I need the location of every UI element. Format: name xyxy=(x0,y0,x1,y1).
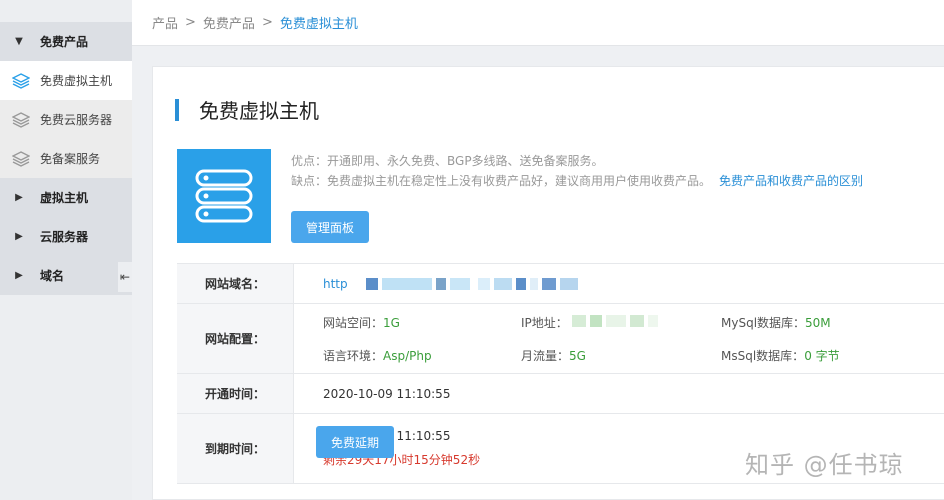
table-row: 网站域名： http xyxy=(177,264,944,304)
sidebar-group-cloud-server[interactable]: ▶ 云服务器 xyxy=(0,217,132,256)
sidebar-item-label: 免费产品 xyxy=(40,35,89,49)
domain-link[interactable]: http xyxy=(323,277,348,291)
mysql-value: 50M xyxy=(805,315,831,330)
table-row: 开通时间： 2020-10-09 11:10:55 xyxy=(177,374,944,414)
domain-value: http xyxy=(294,264,944,303)
caret-right-icon: ▶ xyxy=(15,231,23,242)
redacted-block xyxy=(477,277,490,290)
watermark: 知乎 @任书琼 xyxy=(745,451,904,479)
config-value: 网站空间：1G IP地址： MySql数据库：50M 语言环境：Asp/Php … xyxy=(294,304,944,373)
expire-time: 2020-11-08 11:10:55 xyxy=(323,429,451,443)
server-icon xyxy=(177,149,271,243)
sidebar-group-domain[interactable]: ▶ 域名 xyxy=(0,256,132,295)
sidebar-item-label: 免备案服务 xyxy=(40,152,101,166)
layers-icon xyxy=(12,150,32,167)
lang-label: 语言环境： xyxy=(323,348,384,363)
redacted-block xyxy=(571,314,586,327)
breadcrumb-separator: > xyxy=(261,15,273,30)
config-label: 网站配置： xyxy=(177,304,294,373)
config-grid: 网站空间：1G IP地址： MySql数据库：50M 语言环境：Asp/Php … xyxy=(323,314,944,364)
product-description: 优点：开通即用、永久免费、BGP多线路、送免备案服务。 缺点：免费虚拟主机在稳定… xyxy=(291,151,863,191)
layers-icon xyxy=(12,72,32,89)
redacted-block xyxy=(559,277,578,290)
caret-right-icon: ▶ xyxy=(15,192,23,203)
cons-line: 缺点：免费虚拟主机在稳定性上没有收费产品好，建议商用用户使用收费产品。 免费产品和… xyxy=(291,171,863,191)
traffic-label: 月流量： xyxy=(521,348,570,363)
redacted-block xyxy=(435,277,446,290)
redacted-block xyxy=(381,277,432,290)
page-title: 免费虚拟主机 xyxy=(199,99,319,123)
sidebar-item-label: 虚拟主机 xyxy=(40,191,89,205)
sidebar-item-label: 云服务器 xyxy=(40,230,89,244)
sidebar-group-virtual-host[interactable]: ▶ 虚拟主机 xyxy=(0,178,132,217)
breadcrumb-separator: > xyxy=(185,15,196,30)
sidebar-item-no-filing-service[interactable]: 免备案服务 xyxy=(0,139,132,178)
caret-down-icon: ▼ xyxy=(15,36,23,47)
breadcrumb-item-free-products[interactable]: 免费产品 xyxy=(203,13,255,32)
page-title-bar: 免费虚拟主机 xyxy=(175,95,319,124)
ip-label: IP地址： xyxy=(521,315,568,330)
layers-icon xyxy=(12,111,32,128)
redacted-block xyxy=(629,314,644,327)
redacted-block xyxy=(449,277,470,290)
lang-field: 语言环境：Asp/Php xyxy=(323,347,521,364)
sidebar-item-label: 免费虚拟主机 xyxy=(40,74,113,88)
manage-panel-button[interactable]: 管理面板 xyxy=(291,211,369,243)
main-card: 免费虚拟主机 优点：开通即用、永久免费、BGP多线路、送免备案服务。 缺点：免费… xyxy=(152,66,944,500)
mssql-field: MsSql数据库：0 字节 xyxy=(721,347,921,364)
mysql-label: MySql数据库： xyxy=(721,315,806,330)
redacted-block xyxy=(529,277,538,290)
breadcrumb-item-current: 免费虚拟主机 xyxy=(279,17,358,32)
expire-time-label: 到期时间： xyxy=(177,414,294,483)
sidebar: ▼ 免费产品 免费虚拟主机 免费云服务器 免备案服务 ▶ 虚拟主机 ▶ 云服务器… xyxy=(0,0,132,500)
traffic-field: 月流量：5G xyxy=(521,347,721,364)
redacted-block xyxy=(541,277,556,290)
caret-right-icon: ▶ xyxy=(15,270,23,281)
redacted-block xyxy=(365,277,378,290)
pros-text: 优点：开通即用、永久免费、BGP多线路、送免备案服务。 xyxy=(291,154,604,168)
ip-field: IP地址： xyxy=(521,314,721,331)
space-label: 网站空间： xyxy=(323,315,384,330)
space-field: 网站空间：1G xyxy=(323,314,521,331)
sidebar-collapse-icon[interactable]: ⇤ xyxy=(118,262,132,292)
mysql-field: MySql数据库：50M xyxy=(721,314,921,331)
redacted-block xyxy=(605,314,626,327)
sidebar-group-free-products[interactable]: ▼ 免费产品 xyxy=(0,22,132,61)
domain-label: 网站域名： xyxy=(177,264,294,303)
mssql-value: 0 字节 xyxy=(804,348,840,363)
compare-link[interactable]: 免费产品和收费产品的区别 xyxy=(719,174,863,188)
sidebar-item-free-virtual-host[interactable]: 免费虚拟主机 xyxy=(0,61,132,100)
sidebar-item-free-cloud-server[interactable]: 免费云服务器 xyxy=(0,100,132,139)
cons-text: 缺点：免费虚拟主机在稳定性上没有收费产品好，建议商用用户使用收费产品。 xyxy=(291,174,712,188)
open-time-value: 2020-10-09 11:10:55 xyxy=(323,386,451,401)
domain-line: http xyxy=(323,277,944,291)
open-time-label: 开通时间： xyxy=(177,374,294,413)
redacted-block xyxy=(589,314,602,327)
redacted-block xyxy=(647,314,658,327)
redacted-block xyxy=(493,277,512,290)
lang-value: Asp/Php xyxy=(383,348,432,363)
table-row: 网站配置： 网站空间：1G IP地址： MySql数据库：50M 语言环境：As… xyxy=(177,304,944,374)
redacted-block xyxy=(515,277,526,290)
space-value: 1G xyxy=(383,315,400,330)
sidebar-item-label: 免费云服务器 xyxy=(40,113,113,127)
sidebar-top-spacer xyxy=(0,0,132,22)
renew-button[interactable]: 免费延期 xyxy=(316,426,394,458)
sidebar-item-label: 域名 xyxy=(40,269,65,283)
breadcrumb: 产品 > 免费产品 > 免费虚拟主机 xyxy=(132,0,944,46)
breadcrumb-item-products[interactable]: 产品 xyxy=(152,13,178,32)
mssql-label: MsSql数据库： xyxy=(721,348,805,363)
title-accent-bar xyxy=(175,98,179,121)
traffic-value: 5G xyxy=(569,348,586,363)
